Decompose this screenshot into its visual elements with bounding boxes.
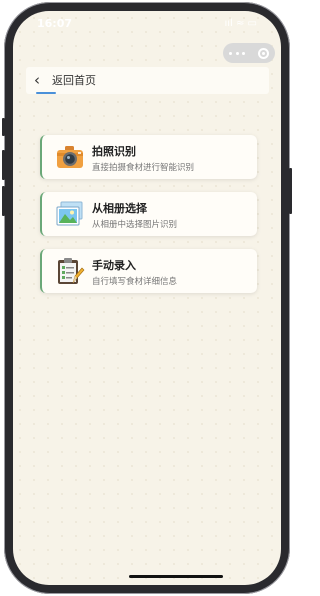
back-home-link[interactable]: 返回首页 [52, 72, 96, 88]
option-title: 手动录入 [92, 259, 136, 272]
mute-button [2, 118, 5, 136]
option-subtitle: 自行填写食材详细信息 [92, 277, 178, 287]
target-icon[interactable] [257, 47, 269, 59]
chevron-left-icon[interactable]: ‹ [34, 71, 40, 89]
home-indicator[interactable] [129, 575, 223, 578]
status-indicators: ııl ≈ ▭ [224, 18, 257, 29]
status-time: 16:07 [37, 17, 73, 30]
power-button [289, 168, 292, 214]
volume-up-button [2, 150, 5, 180]
option-choose-album[interactable]: 从相册选择 从相册中选择图片识别 [40, 192, 257, 236]
option-subtitle: 直接拍摄食材进行智能识别 [92, 163, 195, 173]
option-title: 从相册选择 [92, 202, 147, 215]
option-take-photo[interactable]: 拍照识别 直接拍摄食材进行智能识别 [40, 135, 257, 179]
miniprogram-capsule[interactable] [223, 43, 275, 63]
app-screen: 16:07 ııl ≈ ▭ ‹ 返回首页 拍照识别 直接拍摄食材进行智能识别 从… [13, 11, 281, 585]
nav-bar: ‹ 返回首页 [26, 67, 269, 94]
more-dots-icon[interactable] [229, 51, 246, 55]
status-bar: 16:07 ııl ≈ ▭ [13, 11, 281, 39]
option-title: 拍照识别 [92, 145, 136, 158]
clipboard-edit-icon [58, 258, 85, 284]
photo-album-icon [56, 201, 83, 226]
nav-underline [36, 92, 56, 94]
camera-icon [57, 146, 83, 168]
option-manual-entry[interactable]: 手动录入 自行填写食材详细信息 [40, 249, 257, 293]
volume-down-button [2, 186, 5, 216]
option-subtitle: 从相册中选择图片识别 [92, 220, 178, 230]
